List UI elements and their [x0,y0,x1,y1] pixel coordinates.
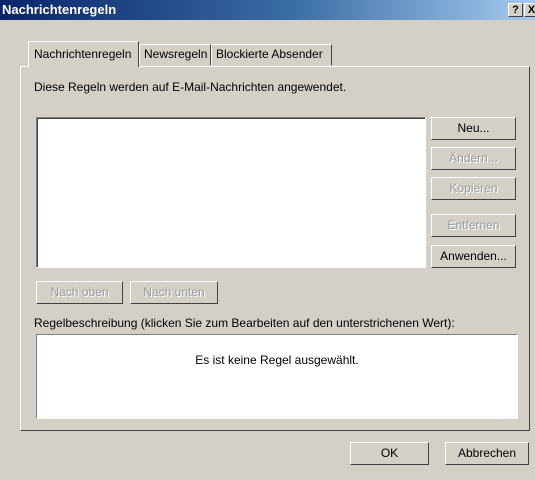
button-label: Anwenden... [440,249,507,263]
tab-label: Nachrichtenregeln [34,47,132,61]
tab-news-rules[interactable]: Newsregeln [139,44,211,65]
move-down-button[interactable]: Nach unten [130,281,218,304]
button-label: Ändern... [449,151,498,165]
tab-label: Newsregeln [144,47,208,61]
button-label: Entfernen [447,218,500,232]
new-rule-button[interactable]: Neu... [431,117,516,140]
move-up-button[interactable]: Nach oben [36,281,123,304]
intro-text: Diese Regeln werden auf E-Mail-Nachricht… [34,80,347,94]
window-title: Nachrichtenregeln [2,2,117,17]
cancel-button[interactable]: Abbrechen [445,442,529,465]
tab-mail-rules[interactable]: Nachrichtenregeln [28,41,139,67]
ok-button[interactable]: OK [350,442,429,465]
rule-description-box[interactable]: Es ist keine Regel ausgewählt. [36,334,518,419]
button-label: Abbrechen [457,446,517,460]
close-button[interactable]: X [524,3,535,17]
button-label: Neu... [457,121,490,135]
modify-rule-button[interactable]: Ändern... [431,147,516,170]
description-label: Regelbeschreibung (klicken Sie zum Bearb… [34,316,455,330]
rules-list-frame [37,118,425,267]
button-label: OK [380,446,399,460]
tab-blocked-senders[interactable]: Blockierte Absender [211,44,332,65]
button-label: Nach oben [50,285,109,299]
help-button[interactable]: ? [508,3,523,17]
apply-rules-button[interactable]: Anwenden... [431,245,516,268]
remove-rule-button[interactable]: Entfernen [431,214,516,237]
tab-label: Blockierte Absender [216,47,323,61]
rules-list[interactable] [36,117,426,268]
button-label: Nach unten [143,285,205,299]
rules-dialog: Nachrichtenregeln ? X Nachrichtenregeln … [0,0,535,480]
description-text: Es ist keine Regel ausgewählt. [195,353,359,367]
title-bar[interactable]: Nachrichtenregeln ? X [0,0,535,20]
button-label: Kopieren [449,181,498,195]
copy-rule-button[interactable]: Kopieren [431,177,516,200]
close-icon: X [527,4,535,16]
help-icon: ? [512,4,519,16]
